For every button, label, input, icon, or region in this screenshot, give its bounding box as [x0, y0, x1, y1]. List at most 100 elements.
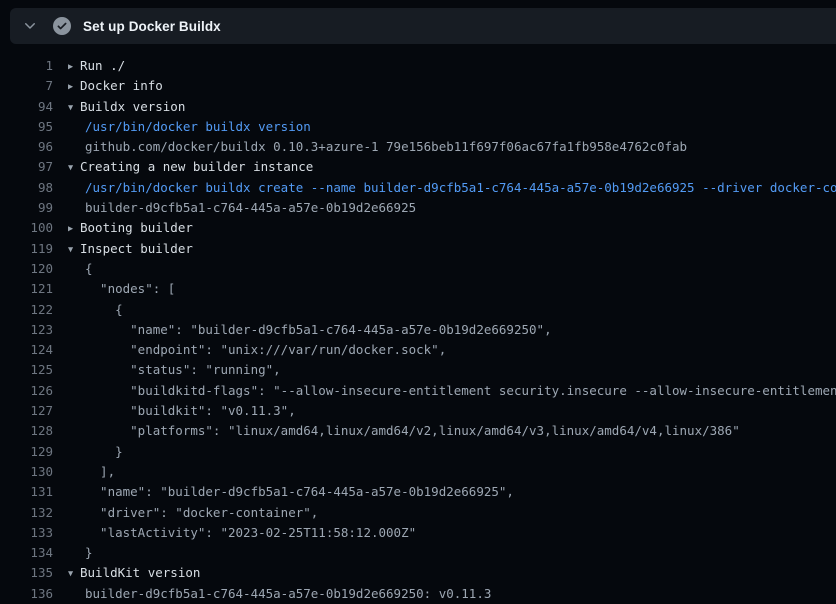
log-line: 123 "name": "builder-d9cfb5a1-c764-445a-…: [0, 320, 836, 340]
log-group-title: Docker info: [80, 78, 163, 93]
triangle-down-icon[interactable]: ▼: [68, 158, 80, 177]
line-number[interactable]: 95: [0, 117, 53, 137]
line-number[interactable]: 132: [0, 503, 53, 523]
log-group-title: Creating a new builder instance: [80, 159, 313, 174]
log-line: 129 }: [0, 442, 836, 462]
log-output-text: }: [53, 442, 836, 462]
log-line: 131 "name": "builder-d9cfb5a1-c764-445a-…: [0, 482, 836, 502]
log-output-text: ],: [53, 462, 836, 482]
line-number[interactable]: 121: [0, 279, 53, 299]
log-group-title: Booting builder: [80, 220, 193, 235]
log-group-title: Run ./: [80, 58, 125, 73]
line-number[interactable]: 1: [0, 56, 53, 76]
log-line: 100▶Booting builder: [0, 218, 836, 238]
line-number[interactable]: 134: [0, 543, 53, 563]
log-output-text: "driver": "docker-container",: [53, 503, 836, 523]
log-line: 121 "nodes": [: [0, 279, 836, 299]
log-command-text: /usr/bin/docker buildx version: [53, 117, 836, 137]
log-line: 125 "status": "running",: [0, 360, 836, 380]
line-number[interactable]: 122: [0, 300, 53, 320]
step-title: Set up Docker Buildx: [83, 19, 221, 34]
log-line: 135▼BuildKit version: [0, 563, 836, 583]
line-number[interactable]: 125: [0, 360, 53, 380]
line-number[interactable]: 131: [0, 482, 53, 502]
log-output-text: }: [53, 543, 836, 563]
log-group-toggle[interactable]: ▼Inspect builder: [53, 239, 836, 259]
line-number[interactable]: 119: [0, 239, 53, 259]
triangle-down-icon[interactable]: ▼: [68, 240, 80, 259]
chevron-down-icon[interactable]: [22, 18, 38, 34]
log-line: 120{: [0, 259, 836, 279]
line-number[interactable]: 127: [0, 401, 53, 421]
log-output-text: "name": "builder-d9cfb5a1-c764-445a-a57e…: [53, 482, 836, 502]
log-line: 130 ],: [0, 462, 836, 482]
log-output-text: "buildkitd-flags": "--allow-insecure-ent…: [53, 381, 836, 401]
log-line: 126 "buildkitd-flags": "--allow-insecure…: [0, 381, 836, 401]
log-group-toggle[interactable]: ▼Creating a new builder instance: [53, 157, 836, 177]
log-output-text: "platforms": "linux/amd64,linux/amd64/v2…: [53, 421, 836, 441]
log-group-title: Inspect builder: [80, 241, 193, 256]
line-number[interactable]: 128: [0, 421, 53, 441]
log-line: 99builder-d9cfb5a1-c764-445a-a57e-0b19d2…: [0, 198, 836, 218]
line-number[interactable]: 99: [0, 198, 53, 218]
log-line: 134}: [0, 543, 836, 563]
triangle-right-icon[interactable]: ▶: [68, 219, 80, 238]
log-group-toggle[interactable]: ▶Docker info: [53, 76, 836, 96]
log-group-title: Buildx version: [80, 99, 185, 114]
line-number[interactable]: 98: [0, 178, 53, 198]
line-number[interactable]: 133: [0, 523, 53, 543]
log-output-text: "status": "running",: [53, 360, 836, 380]
log-output-text: "buildkit": "v0.11.3",: [53, 401, 836, 421]
line-number[interactable]: 129: [0, 442, 53, 462]
log-line: 132 "driver": "docker-container",: [0, 503, 836, 523]
triangle-down-icon[interactable]: ▼: [68, 564, 80, 583]
log-line: 97▼Creating a new builder instance: [0, 157, 836, 177]
log-output-text: {: [53, 259, 836, 279]
log-line: 96github.com/docker/buildx 0.10.3+azure-…: [0, 137, 836, 157]
log-output: 1▶Run ./7▶Docker info94▼Buildx version95…: [0, 44, 836, 604]
log-command-text: /usr/bin/docker buildx create --name bui…: [53, 178, 836, 198]
line-number[interactable]: 100: [0, 218, 53, 238]
log-output-text: "lastActivity": "2023-02-25T11:58:12.000…: [53, 523, 836, 543]
log-line: 122 {: [0, 300, 836, 320]
check-circle-icon: [53, 17, 71, 35]
triangle-right-icon[interactable]: ▶: [68, 57, 80, 76]
line-number[interactable]: 135: [0, 563, 53, 583]
line-number[interactable]: 123: [0, 320, 53, 340]
triangle-right-icon[interactable]: ▶: [68, 77, 80, 96]
log-output-text: "nodes": [: [53, 279, 836, 299]
log-line: 119▼Inspect builder: [0, 239, 836, 259]
log-line: 98/usr/bin/docker buildx create --name b…: [0, 178, 836, 198]
line-number[interactable]: 96: [0, 137, 53, 157]
log-output-text: builder-d9cfb5a1-c764-445a-a57e-0b19d2e6…: [53, 584, 836, 604]
line-number[interactable]: 126: [0, 381, 53, 401]
log-output-text: github.com/docker/buildx 0.10.3+azure-1 …: [53, 137, 836, 157]
log-output-text: "endpoint": "unix:///var/run/docker.sock…: [53, 340, 836, 360]
triangle-down-icon[interactable]: ▼: [68, 98, 80, 117]
log-line: 7▶Docker info: [0, 76, 836, 96]
log-output-text: builder-d9cfb5a1-c764-445a-a57e-0b19d2e6…: [53, 198, 836, 218]
log-group-toggle[interactable]: ▶Booting builder: [53, 218, 836, 238]
line-number[interactable]: 7: [0, 76, 53, 96]
line-number[interactable]: 120: [0, 259, 53, 279]
line-number[interactable]: 136: [0, 584, 53, 604]
log-line: 94▼Buildx version: [0, 97, 836, 117]
line-number[interactable]: 94: [0, 97, 53, 117]
line-number[interactable]: 97: [0, 157, 53, 177]
step-header[interactable]: Set up Docker Buildx: [10, 8, 836, 44]
line-number[interactable]: 130: [0, 462, 53, 482]
log-line: 127 "buildkit": "v0.11.3",: [0, 401, 836, 421]
log-group-toggle[interactable]: ▼Buildx version: [53, 97, 836, 117]
log-group-toggle[interactable]: ▶Run ./: [53, 56, 836, 76]
log-group-title: BuildKit version: [80, 565, 200, 580]
log-line: 133 "lastActivity": "2023-02-25T11:58:12…: [0, 523, 836, 543]
log-line: 124 "endpoint": "unix:///var/run/docker.…: [0, 340, 836, 360]
line-number[interactable]: 124: [0, 340, 53, 360]
log-group-toggle[interactable]: ▼BuildKit version: [53, 563, 836, 583]
log-line: 1▶Run ./: [0, 56, 836, 76]
log-output-text: {: [53, 300, 836, 320]
log-line: 128 "platforms": "linux/amd64,linux/amd6…: [0, 421, 836, 441]
log-line: 136builder-d9cfb5a1-c764-445a-a57e-0b19d…: [0, 584, 836, 604]
log-line: 95/usr/bin/docker buildx version: [0, 117, 836, 137]
log-output-text: "name": "builder-d9cfb5a1-c764-445a-a57e…: [53, 320, 836, 340]
